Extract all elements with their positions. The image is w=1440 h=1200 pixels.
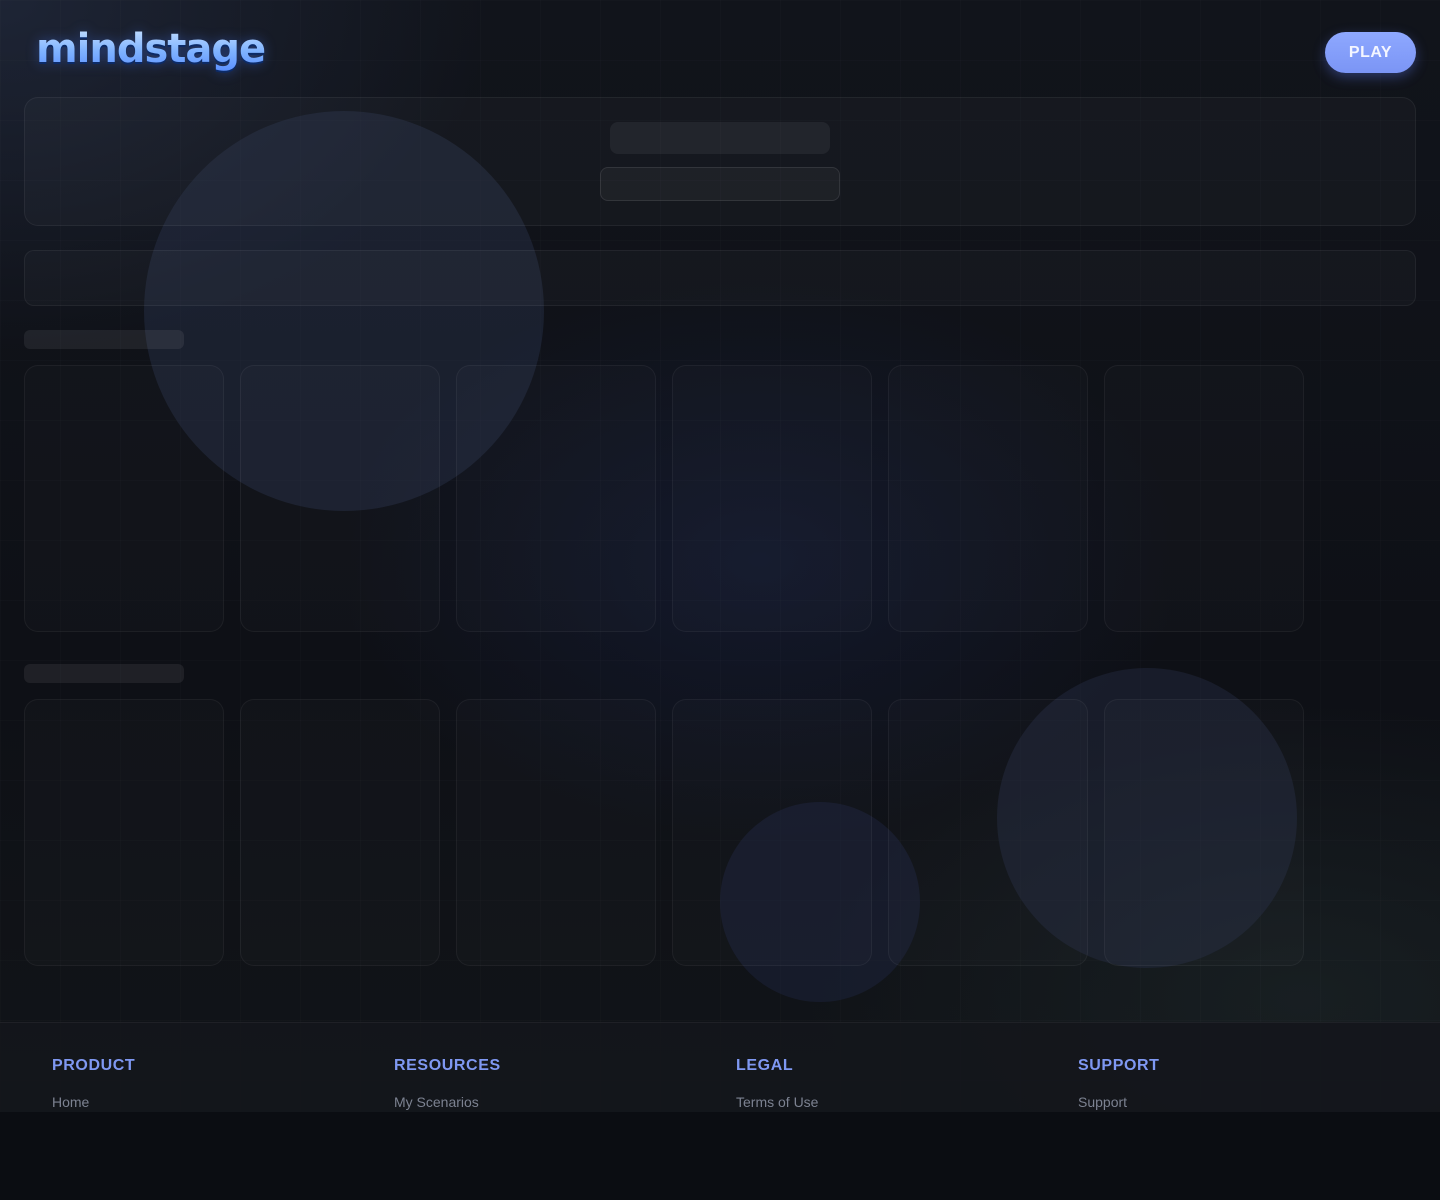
scenario-card-skeleton [672,699,872,966]
page-bottom [0,1112,1440,1200]
scenario-card-skeleton [888,699,1088,966]
mindstage-logo[interactable]: mindstage [36,26,266,72]
row-title-skeleton [24,664,184,683]
hero-title-skeleton [610,122,830,154]
footer-link-terms-of-use[interactable]: Terms of Use [736,1094,818,1110]
footer-column-resources: RESOURCES My Scenarios [394,1057,501,1110]
filter-bar-skeleton [24,250,1416,306]
scenario-card-skeleton [1104,365,1304,632]
hero-panel-skeleton [24,97,1416,226]
hero-input-skeleton [600,167,840,201]
scenario-card-skeleton [240,365,440,632]
scenario-card-skeleton [1104,699,1304,966]
scenario-card-skeleton [24,699,224,966]
footer-link-support[interactable]: Support [1078,1094,1160,1110]
footer-heading: RESOURCES [394,1057,501,1074]
scenario-card-skeleton [24,365,224,632]
footer-heading: SUPPORT [1078,1057,1160,1074]
footer-link-my-scenarios[interactable]: My Scenarios [394,1094,501,1110]
footer-heading: LEGAL [736,1057,794,1074]
row-title-skeleton [24,330,184,349]
scenario-card-skeleton [456,699,656,966]
site-footer: PRODUCT Home RESOURCES My Scenarios LEGA… [0,1022,1440,1112]
footer-column-legal: LEGAL Terms of Use [736,1057,818,1110]
footer-column-support: SUPPORT Support [1078,1057,1160,1110]
scenario-card-skeleton [240,699,440,966]
scenario-card-skeleton [456,365,656,632]
play-button[interactable]: PLAY [1325,32,1416,73]
footer-heading: PRODUCT [52,1057,136,1074]
scenario-card-skeleton [672,365,872,632]
scenario-card-skeleton [888,365,1088,632]
footer-column-product: PRODUCT Home [52,1057,135,1110]
footer-link-home[interactable]: Home [52,1094,135,1110]
